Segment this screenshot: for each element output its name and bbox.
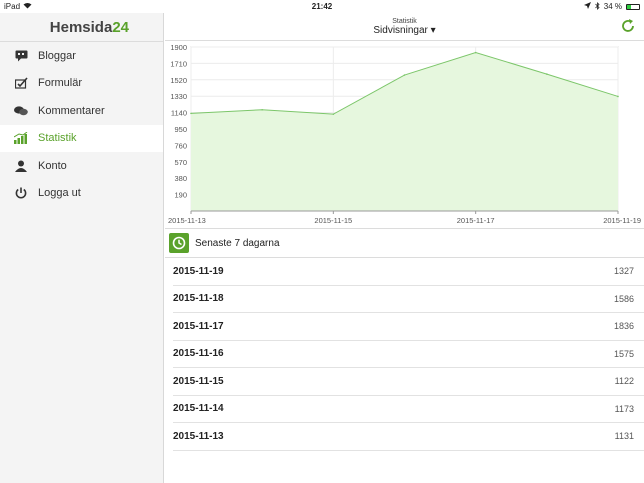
- header: Statistik Sidvisningar ▾: [165, 13, 644, 41]
- sidebar-item-bloggar[interactable]: Bloggar: [0, 42, 163, 70]
- table-row: 2015-11-13 1131: [173, 423, 644, 451]
- data-point: [261, 108, 263, 111]
- row-date: 2015-11-16: [173, 348, 224, 360]
- status-bar: iPad 21:42 34 %: [0, 0, 644, 13]
- y-tick-label: 380: [174, 174, 187, 183]
- user-icon: [14, 159, 28, 173]
- data-point: [546, 73, 548, 75]
- blog-icon: [14, 49, 28, 63]
- sidebar-item-label: Statistik: [38, 132, 77, 145]
- y-tick-label: 1710: [170, 59, 187, 68]
- recent-title: Senaste 7 dagarna: [195, 237, 280, 249]
- row-date: 2015-11-15: [173, 375, 224, 387]
- location-icon: [583, 2, 591, 11]
- row-date: 2015-11-19: [173, 265, 224, 277]
- row-date: 2015-11-13: [173, 430, 224, 442]
- x-tick-label: 2015-11-17: [457, 216, 495, 225]
- table-row: 2015-11-16 1575: [173, 341, 644, 368]
- sidebar-item-konto[interactable]: Konto: [0, 152, 163, 180]
- data-point: [190, 112, 192, 115]
- y-tick-label: 1900: [170, 43, 187, 52]
- x-tick-label: 2015-11-15: [314, 216, 352, 225]
- data-point: [617, 95, 619, 98]
- header-subtitle: Statistik: [392, 18, 417, 25]
- logo-text: Hemsida: [49, 18, 113, 36]
- row-value: 1131: [614, 431, 634, 442]
- table-row: 2015-11-18 1586: [173, 286, 644, 313]
- status-time: 21:42: [311, 2, 333, 11]
- y-tick-label: 190: [174, 191, 187, 200]
- x-tick-label: 2015-11-13: [168, 216, 206, 225]
- y-tick-label: 1520: [170, 76, 187, 85]
- pageviews-chart: 190 380 570 760 950 1140 1330 1520 1710 1900 2015-…: [165, 41, 644, 229]
- table-row: 2015-11-19 1327: [173, 258, 644, 286]
- y-tick-label: 760: [174, 141, 187, 150]
- recent-header: Senaste 7 dagarna: [165, 229, 644, 258]
- sidebar-item-label: Kommentarer: [38, 104, 105, 117]
- row-date: 2015-11-14: [173, 403, 224, 415]
- refresh-icon[interactable]: [620, 18, 636, 34]
- data-point: [332, 113, 335, 115]
- clock-icon: [169, 233, 189, 253]
- y-tick-label: 1140: [171, 109, 187, 118]
- sidebar-item-statistik[interactable]: Statistik: [0, 124, 163, 152]
- sidebar-item-label: Formulär: [38, 77, 83, 90]
- y-tick-label: 950: [174, 125, 187, 134]
- sidebar-item-label: Logga ut: [38, 187, 81, 200]
- sidebar-item-kommentarer[interactable]: Kommentarer: [0, 97, 163, 125]
- chart-svg: 190 380 570 760 950 1140 1330 1520 1710 1900 2015-…: [168, 43, 641, 225]
- row-value: 1122: [614, 376, 634, 387]
- stats-icon: [14, 131, 28, 145]
- table-row: 2015-11-15 1122: [173, 368, 644, 396]
- logo-accent: 24: [112, 18, 129, 36]
- sidebar: Hemsida 24 Bloggar Formulär Kommentarer S…: [0, 13, 164, 483]
- y-tick-label: 570: [174, 158, 187, 167]
- bluetooth-icon: [594, 1, 600, 12]
- recent-list: 2015-11-19 1327 2015-11-18 1586 2015-11-17…: [165, 258, 644, 451]
- data-point: [403, 74, 406, 76]
- row-value: 1586: [613, 293, 634, 304]
- row-value: 1836: [613, 321, 634, 332]
- form-icon: [14, 76, 28, 90]
- row-date: 2015-11-18: [173, 293, 224, 305]
- app-logo: Hemsida 24: [0, 13, 163, 41]
- comments-icon: [14, 104, 28, 118]
- data-point: [474, 51, 477, 54]
- x-tick-label: 2015-11-19: [603, 216, 641, 225]
- device-name: iPad: [4, 2, 21, 11]
- sidebar-item-formular[interactable]: Formulär: [0, 70, 163, 98]
- row-date: 2015-11-17: [173, 320, 224, 332]
- battery-percent: 34 %: [603, 2, 622, 11]
- wifi-icon: [23, 2, 32, 11]
- row-value: 1575: [613, 348, 634, 359]
- metric-dropdown[interactable]: Sidvisningar ▾: [165, 25, 644, 36]
- power-icon: [14, 186, 28, 200]
- sidebar-item-logga-ut[interactable]: Logga ut: [0, 180, 163, 208]
- table-row: 2015-11-17 1836: [173, 313, 644, 341]
- row-value: 1327: [613, 266, 634, 277]
- y-tick-label: 1330: [170, 92, 187, 101]
- table-row: 2015-11-14 1173: [173, 396, 644, 423]
- sidebar-item-label: Bloggar: [38, 49, 76, 62]
- main-panel: Statistik Sidvisningar ▾ 190 380 570 760 950…: [165, 13, 644, 483]
- row-value: 1173: [614, 403, 634, 414]
- sidebar-item-label: Konto: [38, 159, 67, 172]
- battery-icon: [626, 3, 640, 10]
